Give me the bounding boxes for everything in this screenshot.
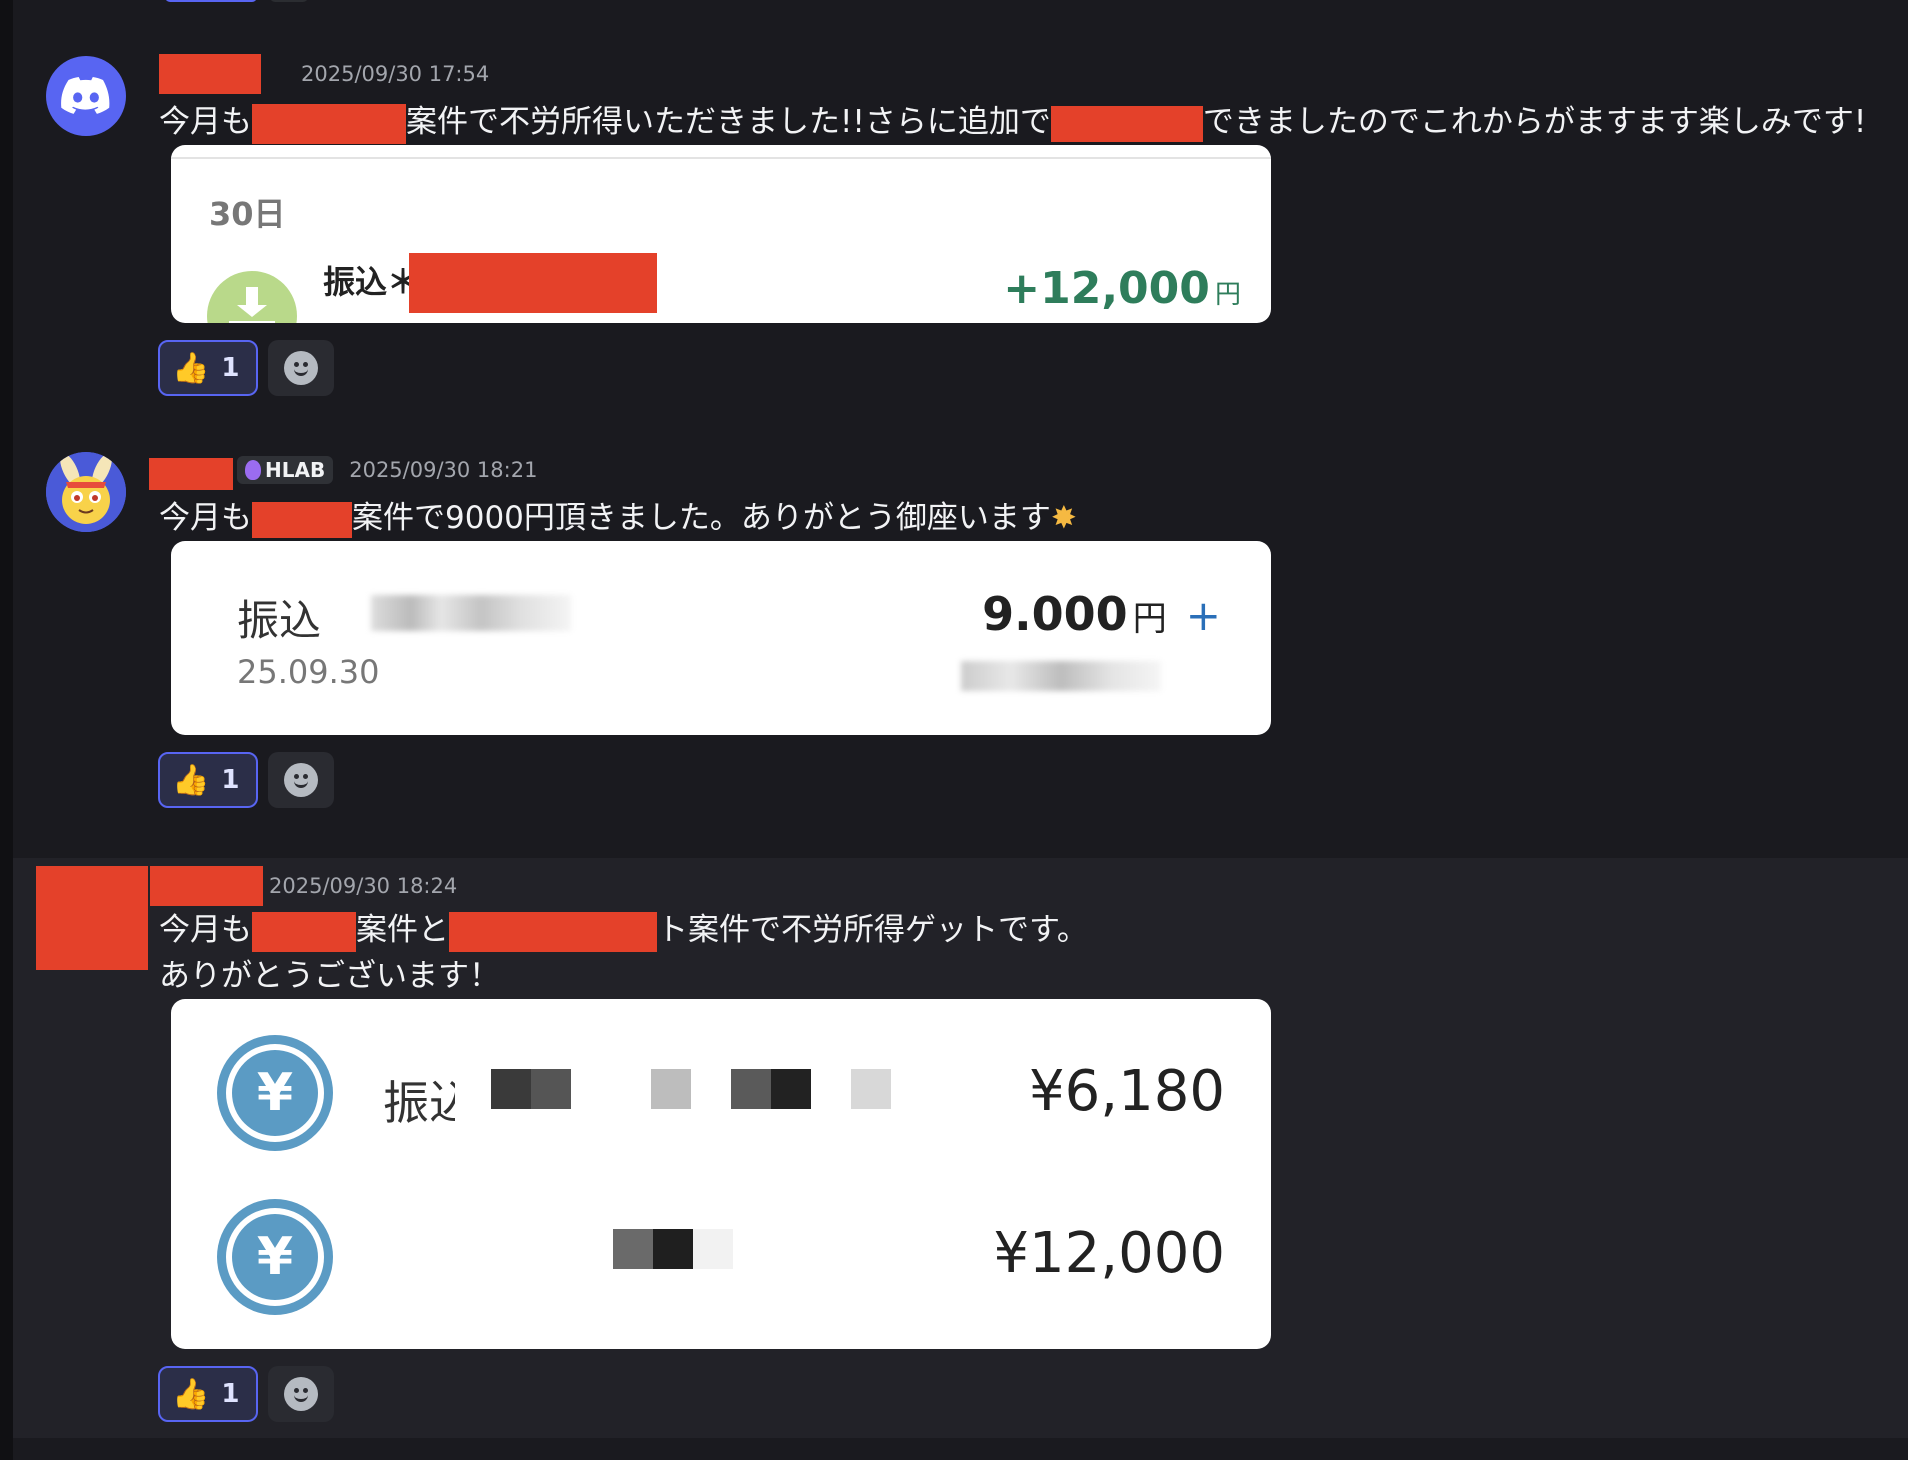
add-reaction-button[interactable]: [268, 752, 334, 808]
timestamp: 2025/09/30 18:21: [349, 458, 538, 482]
previous-reaction-add[interactable]: [270, 0, 308, 2]
blurred-account-info: [961, 661, 1161, 691]
discord-logo-icon: [61, 77, 110, 114]
thumbs-up-reaction[interactable]: 👍 1: [158, 752, 258, 808]
bunny-character-icon: [46, 452, 126, 532]
transaction-amount: ¥6,180: [1029, 1059, 1225, 1124]
timestamp: 2025/09/30 18:24: [269, 874, 458, 898]
bottom-divider: [13, 1438, 1908, 1460]
thumbs-up-reaction[interactable]: 👍 1: [158, 340, 258, 396]
blurred-payer-name: [371, 595, 571, 631]
reaction-count: 1: [221, 1379, 240, 1409]
add-reaction-button[interactable]: [268, 340, 334, 396]
gem-icon: [245, 460, 261, 480]
smile-icon: [284, 763, 318, 797]
message-text: 今月も 案件で不労所得いただきました!!さらに追加で できましたのでこれからがますま…: [159, 96, 1866, 144]
thumbs-up-icon: 👍: [172, 1376, 210, 1412]
message-text: 今月も 案件と ト案件で不労所得ゲットです。: [159, 904, 1088, 952]
redacted-text: [449, 911, 657, 952]
reaction-bar: 👍 1: [158, 752, 334, 808]
payer-redacted: [409, 253, 657, 313]
pixelated-payer-name: [613, 1229, 733, 1269]
message-3: 2025/09/30 18:24 今月も 案件と ト案件で不労所得ゲットです。 あり…: [13, 858, 1908, 1438]
smile-icon: [284, 351, 318, 385]
transfer-label: 振込: [383, 1076, 455, 1123]
transaction-date: 30日: [209, 195, 286, 233]
avatar[interactable]: [46, 56, 126, 136]
transaction-amount: 9.000 円 +: [982, 587, 1221, 641]
previous-reaction-pill[interactable]: [165, 0, 257, 2]
deposit-icon: [207, 271, 297, 323]
redacted-text: [252, 911, 356, 952]
message-text-line2: ありがとうございます！: [159, 958, 500, 994]
add-reaction-button[interactable]: [268, 1366, 334, 1422]
reaction-bar: 👍 1: [158, 340, 334, 396]
bank-screenshot-attachment[interactable]: 30日 振込＊ +12,000 円: [171, 145, 1271, 323]
sparkle-emoji-icon: ✸: [1050, 500, 1077, 536]
message-2: HLAB 2025/09/30 18:21 今月も 案件で9000円頂きました。あ…: [13, 440, 1908, 850]
plus-icon: +: [1185, 591, 1221, 640]
username-redacted[interactable]: [149, 458, 233, 490]
transfer-label: 振込＊: [323, 263, 420, 301]
transaction-date: 25.09.30: [237, 653, 380, 691]
bank-screenshot-attachment[interactable]: 振込 25.09.30 9.000 円 +: [171, 541, 1271, 735]
reaction-count: 1: [221, 353, 240, 383]
redacted-text: [252, 501, 352, 538]
yen-coin-icon: ¥: [217, 1199, 333, 1315]
transfer-label: 振込: [237, 596, 322, 645]
thumbs-up-icon: 👍: [172, 350, 210, 386]
server-tag[interactable]: HLAB: [237, 456, 334, 484]
message-1: 2025/09/30 17:54 今月も 案件で不労所得いただきました!!さらに追…: [13, 40, 1908, 420]
reaction-bar: 👍 1: [158, 1366, 334, 1422]
avatar-redacted[interactable]: [36, 866, 148, 970]
card-top-divider: [171, 157, 1271, 159]
left-edge-strip: [0, 0, 13, 1460]
redacted-text: [252, 103, 406, 144]
avatar[interactable]: [46, 452, 126, 532]
yen-coin-icon: ¥: [217, 1035, 333, 1151]
message-text: 今月も 案件で9000円頂きました。ありがとう御座います✸: [159, 500, 1077, 538]
transaction-amount: ¥12,000: [993, 1221, 1225, 1286]
thumbs-up-reaction[interactable]: 👍 1: [158, 1366, 258, 1422]
pixelated-payer-name: [491, 1069, 891, 1109]
thumbs-up-icon: 👍: [172, 762, 210, 798]
username-redacted[interactable]: [159, 54, 261, 94]
transaction-amount: +12,000 円: [1003, 263, 1241, 314]
redacted-text: [1050, 105, 1203, 142]
bank-screenshot-attachment[interactable]: ¥ 振込 ¥6,180 ¥ ¥12,000: [171, 999, 1271, 1349]
username-redacted[interactable]: [150, 866, 263, 906]
reaction-count: 1: [221, 765, 240, 795]
timestamp: 2025/09/30 17:54: [301, 62, 490, 86]
smile-icon: [284, 1377, 318, 1411]
